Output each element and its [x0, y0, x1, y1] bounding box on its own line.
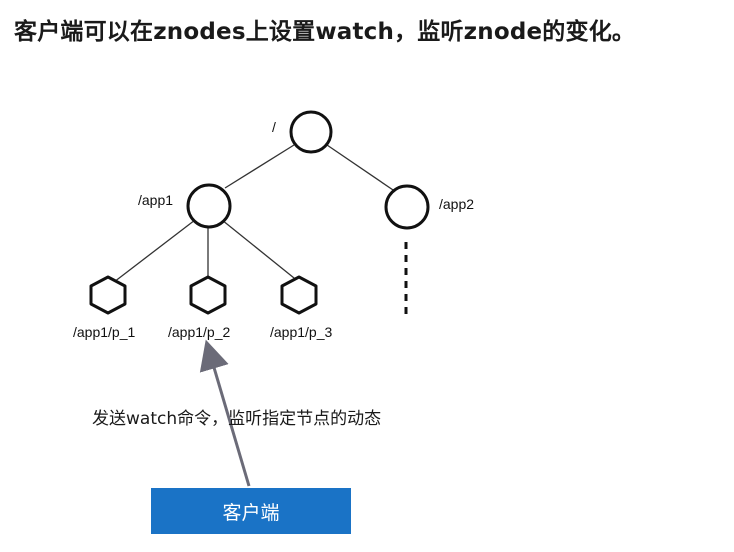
p2-label: /app1/p_2 [168, 324, 230, 340]
root-node[interactable] [289, 110, 333, 154]
app2-label: /app2 [439, 196, 474, 212]
app1-node[interactable] [186, 183, 232, 229]
edge-root-app1 [224, 144, 295, 189]
p1-node[interactable] [89, 275, 127, 315]
app1-label: /app1 [138, 192, 173, 208]
client-box[interactable]: 客户端 [151, 488, 351, 534]
p2-node[interactable] [189, 275, 227, 315]
client-label: 客户端 [222, 501, 280, 524]
app2-node[interactable] [384, 184, 430, 230]
watch-caption: 发送watch命令，监听指定节点的动态 [92, 409, 382, 429]
edge-root-app2 [326, 144, 397, 193]
edge-app1-p3 [221, 219, 300, 283]
root-label: / [272, 119, 276, 135]
p1-label: /app1/p_1 [73, 324, 135, 340]
p3-node[interactable] [280, 275, 318, 315]
p3-label: /app1/p_3 [270, 324, 332, 340]
znode-tree-diagram: / /app1 /app2 /app1/p_1 /app1/p_2 /app1/… [73, 110, 474, 487]
edge-app1-p1 [113, 219, 196, 283]
